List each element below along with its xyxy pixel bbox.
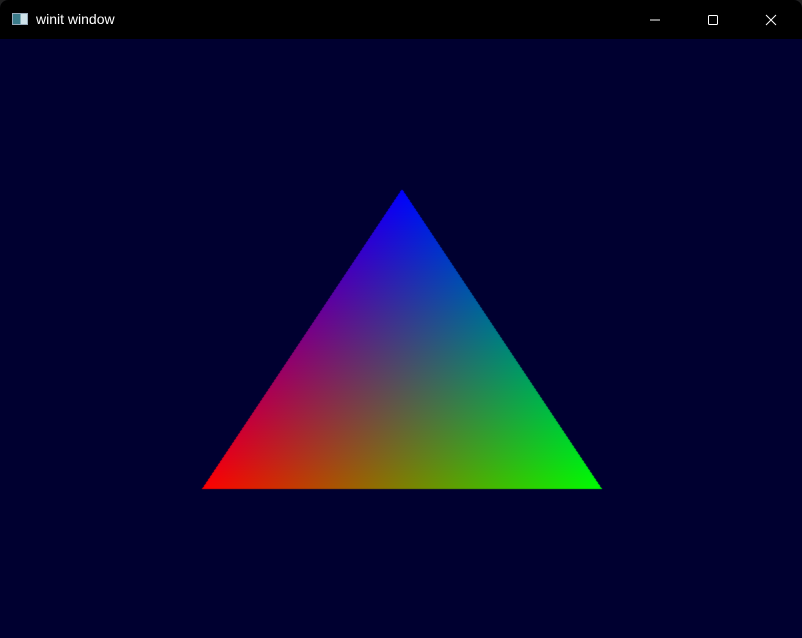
title-bar[interactable]: winit window <box>0 0 802 39</box>
minimize-button[interactable] <box>632 0 678 39</box>
close-button[interactable] <box>748 0 794 39</box>
close-icon <box>765 14 777 25</box>
app-icon <box>12 13 28 25</box>
maximize-button[interactable] <box>690 0 736 39</box>
app-window: winit window <box>0 0 802 638</box>
maximize-icon <box>708 14 718 25</box>
render-surface-triangle <box>0 39 802 638</box>
window-title: winit window <box>36 11 115 27</box>
minimize-icon <box>650 19 660 20</box>
